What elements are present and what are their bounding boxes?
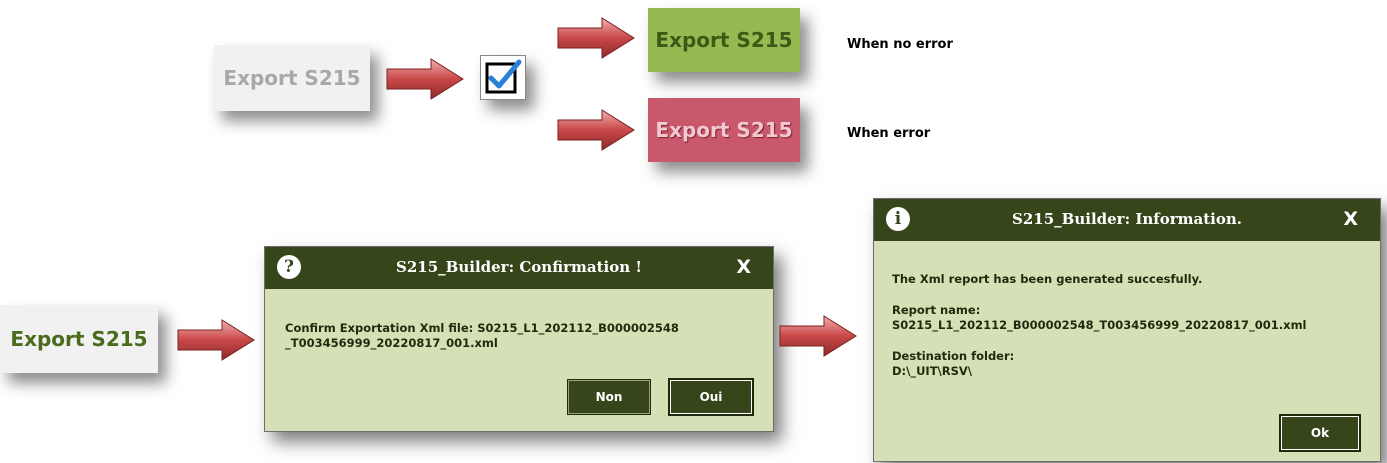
export-button-disabled-label: Export S215 bbox=[223, 66, 361, 90]
export-button-error[interactable]: Export S215 bbox=[648, 98, 800, 162]
export-button-success-label: Export S215 bbox=[655, 28, 793, 52]
export-button-success[interactable]: Export S215 bbox=[648, 8, 800, 72]
note-error: When error bbox=[847, 126, 931, 141]
export-button-disabled[interactable]: Export S215 bbox=[214, 45, 370, 111]
right-arrow-icon bbox=[779, 315, 857, 357]
report-name-value: S0215_L1_202112_B000002548_T003456999_20… bbox=[892, 318, 1307, 332]
close-button[interactable]: X bbox=[1343, 208, 1358, 230]
ok-button[interactable]: Ok bbox=[1280, 415, 1360, 451]
close-button[interactable]: X bbox=[736, 256, 751, 278]
destination-value: D:\_UIT\RSV\ bbox=[892, 364, 972, 378]
info-dialog-title: S215_Builder: Information. bbox=[1012, 210, 1242, 228]
info-dialog-title-bar: i S215_Builder: Information. X bbox=[874, 199, 1380, 241]
note-no-error: When no error bbox=[847, 37, 953, 52]
right-arrow-icon bbox=[557, 109, 635, 151]
checkbox-checked-icon[interactable] bbox=[480, 55, 526, 100]
info-dialog: i S215_Builder: Information. X The Xml r… bbox=[873, 198, 1381, 462]
export-button-error-label: Export S215 bbox=[655, 118, 793, 142]
export-button[interactable]: Export S215 bbox=[0, 305, 158, 373]
confirm-dialog: ? S215_Builder: Confirmation ! X Confirm… bbox=[264, 246, 774, 432]
confirm-dialog-title: S215_Builder: Confirmation ! bbox=[396, 258, 642, 276]
right-arrow-icon bbox=[177, 319, 255, 361]
report-name-label: Report name: bbox=[892, 303, 981, 317]
confirm-message-line1: Confirm Exportation Xml file: S0215_L1_2… bbox=[285, 321, 679, 335]
destination-label: Destination folder: bbox=[892, 349, 1015, 363]
confirm-dialog-title-bar: ? S215_Builder: Confirmation ! X bbox=[265, 247, 773, 289]
right-arrow-icon bbox=[557, 17, 635, 59]
right-arrow-icon bbox=[386, 58, 464, 100]
no-button[interactable]: Non bbox=[567, 379, 651, 415]
confirm-message-line2: _T003456999_20220817_001.xml bbox=[285, 336, 498, 350]
info-message: The Xml report has been generated succes… bbox=[892, 272, 1203, 286]
export-button-label: Export S215 bbox=[10, 327, 148, 351]
yes-button[interactable]: Oui bbox=[669, 379, 753, 415]
